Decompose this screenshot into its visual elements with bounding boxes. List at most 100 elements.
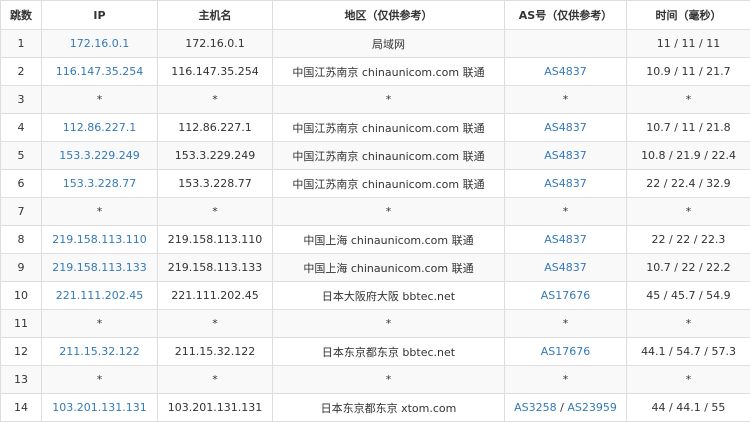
asn-cell: *: [505, 86, 627, 114]
ip-cell-link[interactable]: 172.16.0.1: [70, 37, 129, 50]
asn-link[interactable]: AS17676: [541, 289, 591, 302]
location-cell: 中国江苏南京 chinaunicom.com 联通: [273, 170, 505, 198]
asn-cell: AS4837: [505, 170, 627, 198]
table-row: 5153.3.229.249153.3.229.249中国江苏南京 chinau…: [1, 142, 750, 170]
header-ip: IP: [42, 1, 158, 30]
hostname-cell: *: [158, 198, 273, 226]
asn-cell: AS4837: [505, 142, 627, 170]
hop-number: 11: [1, 310, 42, 338]
ip-cell: *: [42, 86, 158, 114]
ip-cell-link[interactable]: 211.15.32.122: [59, 345, 139, 358]
time-cell: 22 / 22 / 22.3: [627, 226, 750, 254]
asn-cell: AS17676: [505, 282, 627, 310]
hop-number: 5: [1, 142, 42, 170]
asn-cell: AS4837: [505, 114, 627, 142]
asn-link[interactable]: AS17676: [541, 345, 591, 358]
asn-link[interactable]: AS3258: [514, 401, 557, 414]
hop-number: 12: [1, 338, 42, 366]
time-cell: 44.1 / 54.7 / 57.3: [627, 338, 750, 366]
hostname-cell: 221.111.202.45: [158, 282, 273, 310]
hop-number: 7: [1, 198, 42, 226]
asn-link[interactable]: AS4837: [544, 149, 587, 162]
location-cell: 中国江苏南京 chinaunicom.com 联通: [273, 58, 505, 86]
time-cell: 22 / 22.4 / 32.9: [627, 170, 750, 198]
ip-cell: 153.3.228.77: [42, 170, 158, 198]
table-row: 2116.147.35.254116.147.35.254中国江苏南京 chin…: [1, 58, 750, 86]
hop-number: 4: [1, 114, 42, 142]
table-row: 3*****: [1, 86, 750, 114]
asn-link[interactable]: AS4837: [544, 261, 587, 274]
table-row: 9219.158.113.133219.158.113.133中国上海 chin…: [1, 254, 750, 282]
asn-link[interactable]: AS23959: [567, 401, 617, 414]
asn-cell: AS4837: [505, 226, 627, 254]
hostname-cell: 219.158.113.110: [158, 226, 273, 254]
ip-cell-link[interactable]: 153.3.229.249: [59, 149, 139, 162]
table-row: 4112.86.227.1112.86.227.1中国江苏南京 chinauni…: [1, 114, 750, 142]
hostname-cell: *: [158, 310, 273, 338]
hostname-cell: 112.86.227.1: [158, 114, 273, 142]
location-cell: *: [273, 366, 505, 394]
table-row: 11*****: [1, 310, 750, 338]
hop-number: 6: [1, 170, 42, 198]
asn-cell: AS3258 / AS23959: [505, 394, 627, 422]
hostname-cell: 211.15.32.122: [158, 338, 273, 366]
ip-cell-link[interactable]: 116.147.35.254: [56, 65, 143, 78]
time-cell: 44 / 44.1 / 55: [627, 394, 750, 422]
location-cell: 中国江苏南京 chinaunicom.com 联通: [273, 142, 505, 170]
ip-cell-link[interactable]: 153.3.228.77: [63, 177, 136, 190]
header-asn: AS号（仅供参考）: [505, 1, 627, 30]
table-row: 12211.15.32.122211.15.32.122日本东京都东京 bbte…: [1, 338, 750, 366]
asn-value: *: [563, 93, 569, 106]
time-cell: 10.8 / 21.9 / 22.4: [627, 142, 750, 170]
ip-cell: *: [42, 198, 158, 226]
asn-value: *: [563, 205, 569, 218]
asn-link[interactable]: AS4837: [544, 233, 587, 246]
asn-cell: [505, 30, 627, 58]
time-cell: 11 / 11 / 11: [627, 30, 750, 58]
ip-cell: 103.201.131.131: [42, 394, 158, 422]
hostname-cell: *: [158, 86, 273, 114]
time-cell: *: [627, 198, 750, 226]
ip-cell-link[interactable]: 221.111.202.45: [56, 289, 143, 302]
asn-cell: AS4837: [505, 58, 627, 86]
table-row: 8219.158.113.110219.158.113.110中国上海 chin…: [1, 226, 750, 254]
time-cell: 10.7 / 11 / 21.8: [627, 114, 750, 142]
ip-cell: 172.16.0.1: [42, 30, 158, 58]
hostname-cell: 153.3.229.249: [158, 142, 273, 170]
location-cell: 中国上海 chinaunicom.com 联通: [273, 226, 505, 254]
ip-cell-link[interactable]: 219.158.113.133: [52, 261, 146, 274]
hostname-cell: 172.16.0.1: [158, 30, 273, 58]
hostname-cell: 116.147.35.254: [158, 58, 273, 86]
table-row: 14103.201.131.131103.201.131.131日本东京都东京 …: [1, 394, 750, 422]
location-cell: *: [273, 310, 505, 338]
header-hostname: 主机名: [158, 1, 273, 30]
ip-cell: 153.3.229.249: [42, 142, 158, 170]
asn-value: *: [563, 373, 569, 386]
ip-cell-link[interactable]: 103.201.131.131: [52, 401, 146, 414]
ip-cell: 116.147.35.254: [42, 58, 158, 86]
location-cell: 中国江苏南京 chinaunicom.com 联通: [273, 114, 505, 142]
time-cell: *: [627, 310, 750, 338]
traceroute-table: 跳数 IP 主机名 地区（仅供参考） AS号（仅供参考） 时间（毫秒） 1172…: [0, 0, 750, 422]
hostname-cell: 219.158.113.133: [158, 254, 273, 282]
ip-cell: 219.158.113.133: [42, 254, 158, 282]
time-cell: 10.9 / 11 / 21.7: [627, 58, 750, 86]
table-row: 7*****: [1, 198, 750, 226]
ip-cell-link[interactable]: 112.86.227.1: [63, 121, 136, 134]
asn-link[interactable]: AS4837: [544, 121, 587, 134]
asn-cell: *: [505, 366, 627, 394]
asn-separator: /: [557, 401, 568, 414]
asn-value: *: [563, 317, 569, 330]
asn-link[interactable]: AS4837: [544, 65, 587, 78]
hostname-cell: 153.3.228.77: [158, 170, 273, 198]
time-cell: *: [627, 366, 750, 394]
header-hop: 跳数: [1, 1, 42, 30]
ip-cell: 112.86.227.1: [42, 114, 158, 142]
header-location: 地区（仅供参考）: [273, 1, 505, 30]
ip-cell: *: [42, 366, 158, 394]
ip-cell: 221.111.202.45: [42, 282, 158, 310]
asn-link[interactable]: AS4837: [544, 177, 587, 190]
ip-cell-link[interactable]: 219.158.113.110: [52, 233, 146, 246]
asn-cell: *: [505, 198, 627, 226]
location-cell: 日本大阪府大阪 bbtec.net: [273, 282, 505, 310]
